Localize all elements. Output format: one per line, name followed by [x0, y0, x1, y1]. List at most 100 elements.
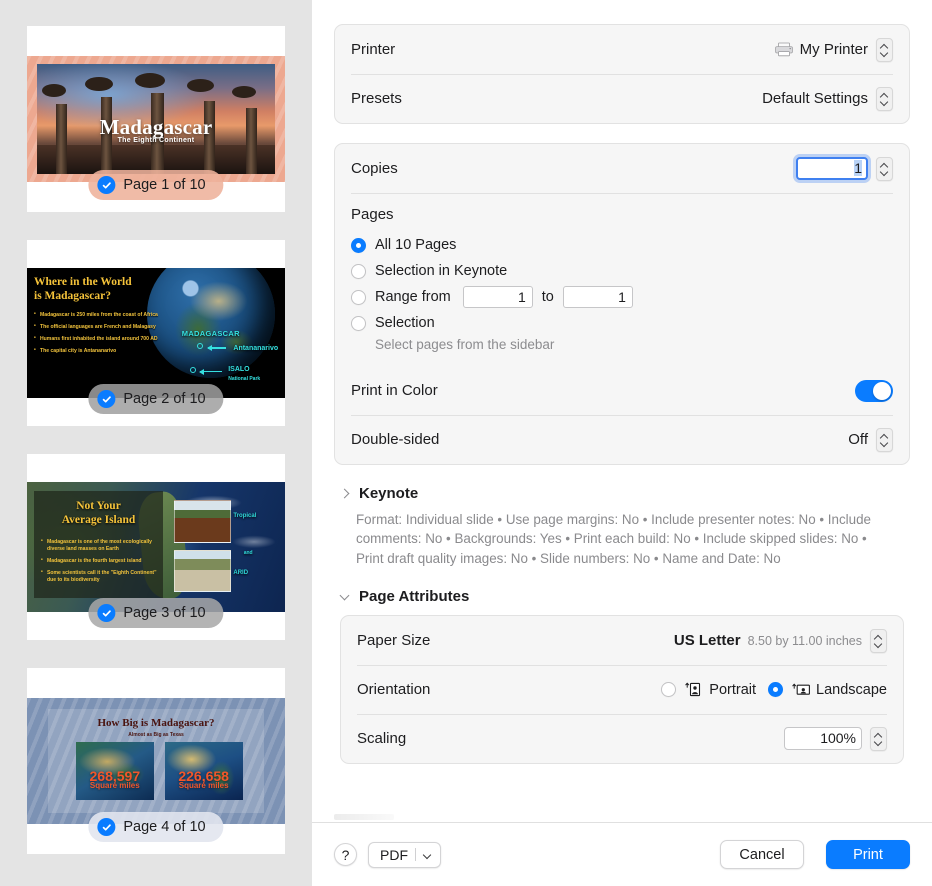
double-sided-row[interactable]: Double-sided Off: [335, 415, 909, 464]
map-arrow: [206, 344, 226, 353]
radio-range[interactable]: [351, 289, 366, 305]
presets-popup-stepper[interactable]: [876, 86, 893, 111]
scaling-stepper[interactable]: [870, 726, 887, 751]
page-attributes-disclosure-header[interactable]: Page Attributes: [340, 588, 904, 605]
copies-input-value: 1: [854, 160, 862, 176]
baobab-canopy: [84, 77, 113, 92]
orientation-portrait-label: Portrait: [709, 681, 757, 698]
orientation-portrait-option[interactable]: Portrait: [661, 682, 756, 698]
sidebar-page-4[interactable]: How Big is Madagascar? Almost as Big as …: [27, 668, 285, 854]
pages-label: Pages: [351, 206, 394, 223]
scaling-input[interactable]: 100%: [784, 727, 862, 751]
sidebar-page-2[interactable]: Where in the World is Madagascar? Madaga…: [27, 240, 285, 426]
pages-option-range[interactable]: Range from 1 to 1: [351, 284, 893, 310]
range-to-input[interactable]: 1: [562, 286, 633, 308]
pages-option-all[interactable]: All 10 Pages: [351, 232, 893, 258]
page-badge-2[interactable]: Page 2 of 10: [88, 384, 224, 414]
radio-selection[interactable]: [351, 315, 366, 331]
slide-4-inner: How Big is Madagascar? Almost as Big as …: [47, 709, 265, 813]
chevron-down-icon: [881, 100, 888, 104]
annotation-arid: ARID: [233, 570, 249, 577]
printer-group: Printer My Printer Presets Default Setti…: [334, 24, 910, 124]
presets-row[interactable]: Presets Default Settings: [335, 74, 909, 123]
checkmark-icon: [97, 390, 116, 408]
paper-size-stepper[interactable]: [870, 628, 887, 653]
radio-selection-in-keynote[interactable]: [351, 263, 366, 279]
list-item: Madagascar is 250 miles from the coast o…: [34, 311, 184, 319]
options-scroll-area[interactable]: Printer My Printer Presets Default Setti…: [312, 0, 932, 822]
copies-pages-group: Copies 1 Pages All 10 Pages Selection in…: [334, 143, 910, 465]
pages-block: Pages All 10 Pages Selection in Keynote …: [335, 193, 909, 366]
keynote-section-title: Keynote: [359, 485, 419, 502]
paper-size-dimensions: 8.50 by 11.00 inches: [747, 633, 862, 648]
chevron-down-icon: [423, 852, 432, 858]
orientation-landscape-option[interactable]: Landscape: [768, 682, 887, 698]
list-item: Some scientists call it the "Eighth Cont…: [41, 569, 157, 584]
page-badge-3[interactable]: Page 3 of 10: [88, 598, 224, 628]
printer-popup-stepper[interactable]: [876, 37, 893, 62]
pdf-menu-label: PDF: [380, 846, 408, 863]
copies-row[interactable]: Copies 1: [335, 144, 909, 193]
print-in-color-row[interactable]: Print in Color: [335, 366, 909, 415]
annotation-and: and: [243, 549, 253, 556]
pages-option-selection-in-keynote[interactable]: Selection in Keynote: [351, 258, 893, 284]
copies-input[interactable]: 1: [796, 157, 868, 180]
slide-thumbnail-3: Not Your Average Island Madagascar is on…: [27, 482, 285, 612]
radio-portrait[interactable]: [661, 682, 677, 698]
paper-size-value: US Letter: [673, 632, 741, 650]
map-usa: 268,597 Square miles: [75, 742, 154, 801]
help-button[interactable]: ?: [334, 843, 357, 866]
page-attributes-group: Paper Size US Letter 8.50 by 11.00 inche…: [340, 615, 904, 765]
scaling-row[interactable]: Scaling 100%: [341, 714, 903, 763]
landscape-page-icon: [791, 682, 810, 697]
range-to-label: to: [541, 289, 554, 305]
pages-sidebar[interactable]: Madagascar The Eighth Continent Page 1 o…: [0, 0, 312, 886]
pages-option-selection-in-keynote-label: Selection in Keynote: [375, 263, 508, 279]
pages-option-range-label: Range from: [375, 289, 451, 305]
print-button[interactable]: Print: [826, 840, 910, 869]
print-options-panel: Printer My Printer Presets Default Setti…: [312, 0, 932, 886]
sidebar-page-1[interactable]: Madagascar The Eighth Continent Page 1 o…: [27, 26, 285, 212]
slide-thumbnail-1: Madagascar The Eighth Continent: [27, 56, 285, 182]
page-badge-4[interactable]: Page 4 of 10: [88, 812, 224, 842]
sidebar-page-3[interactable]: Not Your Average Island Madagascar is on…: [27, 454, 285, 640]
map-pin: [189, 366, 196, 373]
copies-label: Copies: [351, 160, 398, 177]
portrait-page-icon: [684, 682, 703, 697]
printer-icon: [774, 42, 794, 57]
slide-3-bullets: Madagascar is one of the most ecological…: [41, 538, 157, 584]
list-item: Humans first inhabited the island around…: [34, 335, 184, 343]
slide-4-title: How Big is Madagascar?: [97, 717, 215, 730]
chevron-down-icon: [875, 740, 882, 744]
cancel-button[interactable]: Cancel: [720, 840, 804, 869]
slide-3-title: Not Your Average Island: [61, 500, 136, 526]
map-madagascar: 226,658 Square miles: [164, 742, 243, 801]
slide-2-text: Where in the World is Madagascar? Madaga…: [34, 276, 184, 360]
printer-value: My Printer: [799, 41, 868, 58]
slide-thumbnail-2: Where in the World is Madagascar? Madaga…: [27, 268, 285, 398]
chevron-down-icon: [881, 441, 888, 445]
keynote-section: Keynote Format: Individual slide • Use p…: [334, 485, 910, 568]
chevron-down-icon: [881, 51, 888, 55]
page-badge-1[interactable]: Page 1 of 10: [88, 170, 224, 200]
checkmark-icon: [97, 818, 116, 836]
printer-row[interactable]: Printer My Printer: [335, 25, 909, 74]
copies-stepper[interactable]: [876, 156, 893, 181]
double-sided-stepper[interactable]: [876, 427, 893, 452]
paper-size-row[interactable]: Paper Size US Letter 8.50 by 11.00 inche…: [341, 616, 903, 665]
pages-option-selection[interactable]: Selection: [351, 310, 893, 336]
keynote-disclosure-header[interactable]: Keynote: [340, 485, 904, 502]
chevron-up-icon: [875, 635, 882, 639]
map-label-isalo: ISALO: [228, 365, 250, 373]
radio-landscape[interactable]: [768, 682, 784, 698]
radio-all-pages[interactable]: [351, 237, 366, 253]
range-from-input[interactable]: 1: [462, 286, 533, 308]
checkmark-icon: [97, 604, 116, 622]
double-sided-value: Off: [848, 431, 868, 448]
pdf-menu-button[interactable]: PDF: [368, 841, 441, 868]
slide-2-title: Where in the World is Madagascar?: [34, 276, 132, 302]
list-item: Madagascar is one of the most ecological…: [41, 538, 157, 553]
chevron-down-icon: [881, 170, 888, 174]
orientation-landscape-label: Landscape: [816, 681, 887, 698]
print-in-color-toggle[interactable]: [855, 379, 893, 402]
